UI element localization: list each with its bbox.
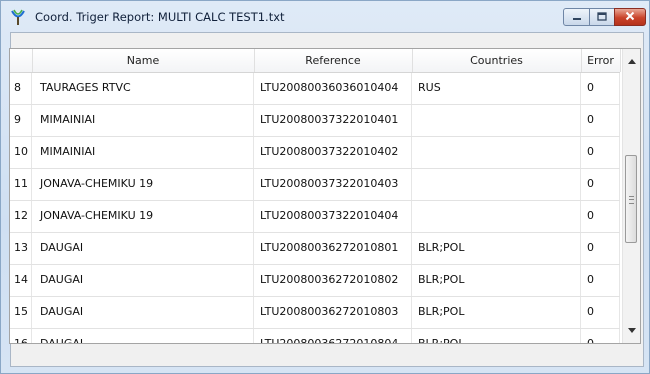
report-grid[interactable]: Name Reference Countries Error 8 TAURAGE… xyxy=(9,48,641,344)
row-number: 14 xyxy=(10,265,32,296)
grid-header: Name Reference Countries Error xyxy=(10,49,621,73)
row-number: 13 xyxy=(10,233,32,264)
cell-name: DAUGAI xyxy=(32,329,254,343)
row-number: 11 xyxy=(10,169,32,200)
cell-error: 0 xyxy=(581,265,620,296)
close-button[interactable] xyxy=(614,8,646,26)
scroll-up-arrow-icon xyxy=(627,54,636,67)
minimize-button[interactable] xyxy=(563,8,590,26)
cell-countries: BLR;POL xyxy=(412,297,581,328)
cell-reference: LTU20080036272010803 xyxy=(254,297,412,328)
header-error[interactable]: Error xyxy=(581,49,621,72)
cell-countries: RUS xyxy=(412,73,581,104)
cell-reference: LTU20080036272010801 xyxy=(254,233,412,264)
header-reference[interactable]: Reference xyxy=(254,49,413,72)
minimize-icon xyxy=(572,11,582,24)
table-row[interactable]: 14 DAUGAI LTU20080036272010802 BLR;POL 0 xyxy=(10,265,620,297)
cell-reference: LTU20080036272010802 xyxy=(254,265,412,296)
vertical-scrollbar[interactable] xyxy=(622,49,640,343)
table-row[interactable]: 9 MIMAINIAI LTU20080037322010401 0 xyxy=(10,105,620,137)
cell-error: 0 xyxy=(581,297,620,328)
maximize-icon xyxy=(597,11,607,24)
row-number: 8 xyxy=(10,73,32,104)
cell-name: MIMAINIAI xyxy=(32,105,254,136)
cell-countries: BLR;POL xyxy=(412,265,581,296)
window-title: Coord. Triger Report: MULTI CALC TEST1.t… xyxy=(35,10,285,24)
scrollbar-thumb[interactable] xyxy=(625,155,637,243)
scroll-down-arrow-icon xyxy=(627,323,636,336)
cell-reference: LTU20080037322010404 xyxy=(254,201,412,232)
maximize-button[interactable] xyxy=(589,8,615,26)
cell-countries xyxy=(412,169,581,200)
app-radio-icon xyxy=(9,8,27,26)
row-number: 16 xyxy=(10,329,32,343)
header-countries[interactable]: Countries xyxy=(412,49,582,72)
cell-name: MIMAINIAI xyxy=(32,137,254,168)
cell-reference: LTU20080036272010804 xyxy=(254,329,412,343)
table-row[interactable]: 15 DAUGAI LTU20080036272010803 BLR;POL 0 xyxy=(10,297,620,329)
table-row[interactable]: 8 TAURAGES RTVC LTU20080036036010404 RUS… xyxy=(10,73,620,105)
cell-name: TAURAGES RTVC xyxy=(32,73,254,104)
cell-countries: BLR;POL xyxy=(412,329,581,343)
cell-name: DAUGAI xyxy=(32,297,254,328)
row-number: 9 xyxy=(10,105,32,136)
cell-name: JONAVA-CHEMIKU 19 xyxy=(32,201,254,232)
table-row[interactable]: 10 MIMAINIAI LTU20080037322010402 0 xyxy=(10,137,620,169)
cell-error: 0 xyxy=(581,233,620,264)
cell-countries xyxy=(412,105,581,136)
cell-error: 0 xyxy=(581,329,620,343)
scroll-down-button[interactable] xyxy=(623,321,640,338)
close-icon xyxy=(625,11,635,24)
cell-name: JONAVA-CHEMIKU 19 xyxy=(32,169,254,200)
table-row[interactable]: 16 DAUGAI LTU20080036272010804 BLR;POL 0 xyxy=(10,329,620,343)
row-number: 12 xyxy=(10,201,32,232)
cell-reference: LTU20080037322010401 xyxy=(254,105,412,136)
table-row[interactable]: 13 DAUGAI LTU20080036272010801 BLR;POL 0 xyxy=(10,233,620,265)
cell-error: 0 xyxy=(581,73,620,104)
scroll-up-button[interactable] xyxy=(623,52,640,69)
table-row[interactable]: 12 JONAVA-CHEMIKU 19 LTU2008003732201040… xyxy=(10,201,620,233)
header-row-number xyxy=(10,49,33,72)
report-window: Coord. Triger Report: MULTI CALC TEST1.t… xyxy=(0,0,650,374)
cell-countries xyxy=(412,137,581,168)
cell-error: 0 xyxy=(581,137,620,168)
cell-name: DAUGAI xyxy=(32,265,254,296)
table-row[interactable]: 11 JONAVA-CHEMIKU 19 LTU2008003732201040… xyxy=(10,169,620,201)
row-number: 15 xyxy=(10,297,32,328)
grip-icon xyxy=(629,196,634,204)
row-number: 10 xyxy=(10,137,32,168)
cell-reference: LTU20080037322010402 xyxy=(254,137,412,168)
cell-name: DAUGAI xyxy=(32,233,254,264)
cell-error: 0 xyxy=(581,201,620,232)
cell-reference: LTU20080036036010404 xyxy=(254,73,412,104)
cell-reference: LTU20080037322010403 xyxy=(254,169,412,200)
title-bar[interactable]: Coord. Triger Report: MULTI CALC TEST1.t… xyxy=(1,1,649,32)
cell-countries xyxy=(412,201,581,232)
cell-countries: BLR;POL xyxy=(412,233,581,264)
cell-error: 0 xyxy=(581,169,620,200)
cell-error: 0 xyxy=(581,105,620,136)
header-name[interactable]: Name xyxy=(32,49,255,72)
